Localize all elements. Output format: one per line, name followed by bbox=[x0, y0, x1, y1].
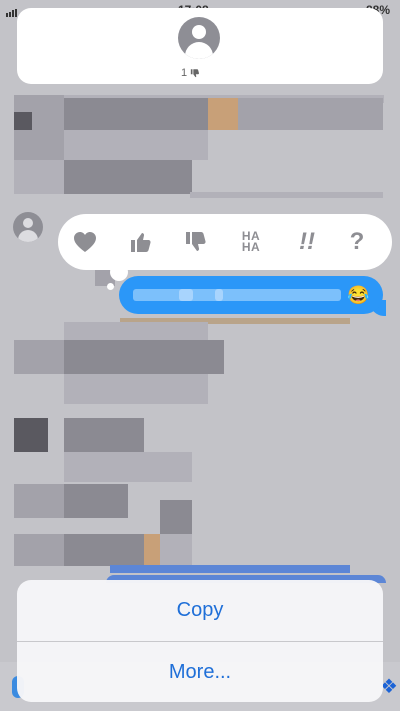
tears-of-joy-emoji: 😂 bbox=[347, 285, 370, 305]
background-avatar bbox=[13, 212, 43, 242]
tapback-bar: HA HA !! ? bbox=[58, 214, 392, 270]
haha-icon: HA HA bbox=[241, 229, 261, 254]
double-exclamation-icon: !! bbox=[299, 228, 315, 255]
thumbs-up-icon bbox=[131, 233, 151, 252]
tapback-thumbs-down-button[interactable] bbox=[181, 228, 211, 256]
more-button[interactable]: More... bbox=[17, 642, 383, 702]
tapback-question-button[interactable]: ? bbox=[342, 228, 372, 256]
action-sheet: Copy More... bbox=[17, 580, 383, 702]
heart-icon bbox=[74, 232, 96, 252]
reaction-count: 1 bbox=[181, 67, 188, 79]
question-mark-icon: ? bbox=[349, 228, 365, 255]
tapback-heart-button[interactable] bbox=[70, 228, 100, 256]
selected-message-bubble[interactable]: 😂 bbox=[119, 276, 383, 314]
tapback-haha-button[interactable]: HA HA bbox=[236, 228, 266, 256]
tapback-emphasize-button[interactable]: !! bbox=[292, 228, 322, 256]
contact-avatar bbox=[178, 17, 220, 59]
reactions-card: 1 bbox=[17, 8, 383, 84]
signal-icon bbox=[6, 6, 18, 20]
thumbs-down-icon bbox=[190, 69, 200, 78]
message-text-redacted bbox=[133, 289, 341, 301]
reaction-summary: 1 bbox=[181, 67, 221, 79]
copy-button[interactable]: Copy bbox=[17, 580, 383, 640]
thumbs-down-icon bbox=[186, 232, 206, 251]
tapback-bubble-tail-small bbox=[107, 283, 114, 290]
tapback-thumbs-up-button[interactable] bbox=[126, 228, 156, 256]
